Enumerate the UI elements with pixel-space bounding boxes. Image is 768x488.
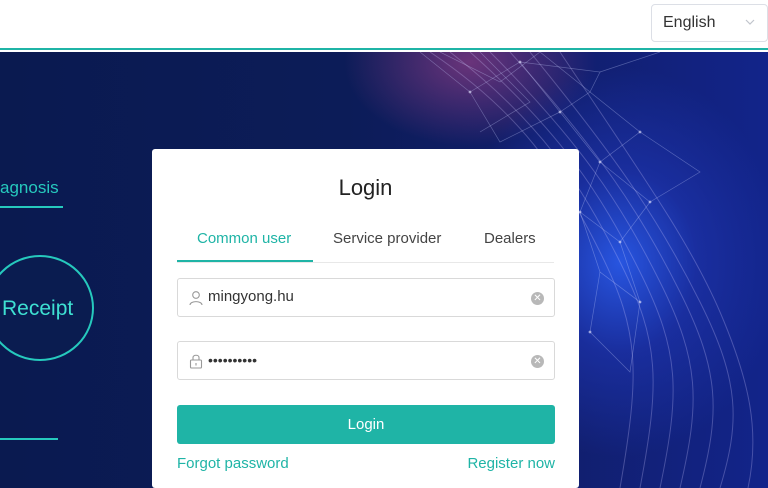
top-bar: English (0, 0, 768, 50)
clear-password-icon[interactable]: ✕ (531, 355, 544, 368)
receipt-label: Receipt (2, 297, 74, 320)
language-select[interactable]: English (651, 4, 768, 42)
password-value: •••••••••• (208, 352, 258, 368)
user-type-tabs: Common user Service provider Dealers (177, 219, 554, 263)
login-button[interactable]: Login (177, 405, 555, 444)
language-select-value: English (663, 14, 716, 31)
forgot-password-link[interactable]: Forgot password (177, 455, 289, 472)
tab-dealers[interactable]: Dealers (484, 230, 536, 247)
register-now-link[interactable]: Register now (467, 455, 555, 472)
active-tab-indicator (177, 260, 313, 262)
login-card: Login Common user Service provider Deale… (152, 149, 579, 488)
password-field[interactable]: •••••••••• ✕ (177, 341, 555, 380)
clear-username-icon[interactable]: ✕ (531, 292, 544, 305)
login-title: Login (338, 175, 393, 200)
username-value: mingyong.hu (208, 288, 294, 305)
tab-common-user[interactable]: Common user (197, 230, 291, 247)
nav-item-diagnosis[interactable]: agnosis (0, 178, 59, 198)
nav-item-underline (0, 206, 63, 208)
chevron-down-icon (745, 19, 755, 25)
username-field[interactable]: mingyong.hu ✕ (177, 278, 555, 317)
nav-underline-bottom (0, 438, 58, 440)
lock-icon (189, 354, 203, 369)
user-icon (189, 291, 203, 306)
tab-service-provider[interactable]: Service provider (333, 230, 441, 247)
